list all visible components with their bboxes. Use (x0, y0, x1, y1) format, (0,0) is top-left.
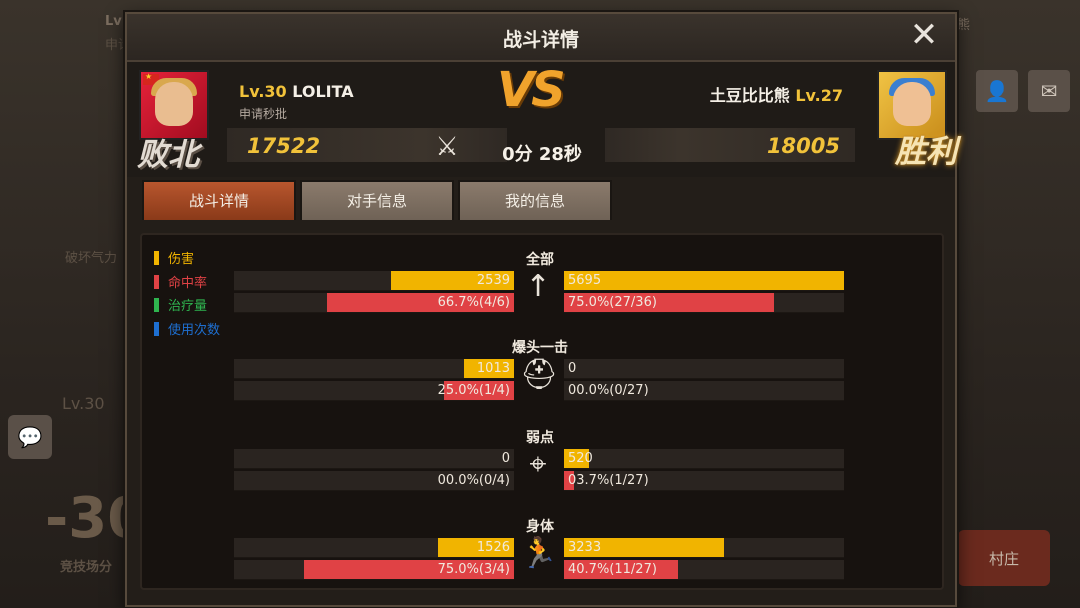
right-damage-bar-value: 0 (568, 361, 577, 376)
right-hit-bar: 40.7%(11/27) (564, 560, 844, 580)
crossed-swords-icon: ⚔ (435, 132, 459, 162)
right-damage-bar: 0 (564, 359, 844, 379)
left-hit-bar: 00.0%(0/4) (234, 471, 514, 491)
left-player-score: 17522 (247, 134, 321, 158)
right-player-name: 土豆比比熊 (709, 86, 790, 105)
bg-arena-points-label: 竞技场分 (60, 560, 113, 575)
body-icon: 🏃 (520, 536, 558, 571)
bg-top-left-level: Lv (105, 14, 122, 29)
left-hit-bar: 66.7%(4/6) (234, 293, 514, 313)
right-hit-bar: 03.7%(1/27) (564, 471, 844, 491)
defeat-stamp: 败北 (137, 137, 199, 173)
left-player-guild: 申请秒批 (239, 107, 288, 121)
right-player-nameline: 土豆比比熊 Lv.27 (710, 82, 843, 106)
dialog-title-bar: 战斗详情 ✕ (127, 14, 955, 62)
victory-stamp: 胜利 (895, 134, 957, 170)
left-hit-bar-value: 25.0%(1/4) (437, 383, 510, 398)
left-damage-bar-value: 1526 (476, 540, 510, 555)
match-duration: 0分 28秒 (502, 144, 582, 165)
left-damage-bar: 2539 (234, 271, 514, 291)
section-label: 弱点 (526, 430, 554, 446)
left-damage-bar: 1013 (234, 359, 514, 379)
bg-top-right-name: 熊 (957, 18, 971, 33)
left-player-nameline: Lv.30 LOLITA (239, 82, 354, 101)
left-damage-bar-value: 1013 (476, 361, 510, 376)
left-damage-bar: 0 (234, 449, 514, 469)
tab-opponent-info[interactable]: 对手信息 (300, 180, 454, 220)
left-damage-bar-value: 0 (501, 451, 510, 466)
chat-icon[interactable]: 💬 (8, 415, 52, 459)
arrow-icon: ↑ (525, 269, 551, 304)
bg-village-button[interactable]: 村庄 (958, 530, 1050, 586)
helmet-icon: ⛑ (520, 357, 559, 392)
bg-break-qi-label: 破坏气力 (65, 251, 118, 266)
left-hit-bar-value: 75.0%(3/4) (437, 562, 510, 577)
legend-healing: 治疗量 (154, 295, 207, 314)
section-label: 全部 (526, 252, 554, 268)
vs-emblem: VS (497, 62, 566, 118)
right-hit-bar-value: 03.7%(1/27) (568, 473, 649, 488)
add-friend-icon[interactable]: 👤 (976, 70, 1018, 112)
tab-battle-details[interactable]: 战斗详情 (142, 180, 296, 220)
legend-damage: 伤害 (154, 248, 194, 267)
match-header: Lv.30 LOLITA 申请秒批 17522 败北 VS ⚔ 0分 28秒 ⚔… (127, 62, 957, 177)
crosshair-icon: ⌖ (529, 447, 547, 482)
right-hit-bar: 75.0%(27/36) (564, 293, 844, 313)
bg-village-label: 村庄 (988, 550, 1019, 568)
right-hit-bar-value: 00.0%(0/27) (568, 383, 649, 398)
right-player-level: Lv.27 (795, 86, 843, 105)
left-player-level: Lv.30 (239, 82, 287, 101)
right-player-score: 18005 (766, 134, 840, 158)
left-hit-bar: 75.0%(3/4) (234, 560, 514, 580)
left-hit-bar-value: 00.0%(0/4) (437, 473, 510, 488)
right-hit-bar: 00.0%(0/27) (564, 381, 844, 401)
right-damage-bar: 5695 (564, 271, 844, 291)
tab-my-info[interactable]: 我的信息 (458, 180, 612, 220)
left-hit-bar: 25.0%(1/4) (234, 381, 514, 401)
section-label: 身体 (526, 519, 554, 535)
left-damage-bar: 1526 (234, 538, 514, 558)
bg-level-label: Lv.30 (62, 394, 105, 413)
section-label: 爆头一击 (512, 340, 568, 356)
legend-usage-count: 使用次数 (154, 319, 220, 338)
left-player-name: LOLITA (292, 82, 354, 101)
dialog-title: 战斗详情 (502, 29, 579, 51)
right-damage-bar: 3233 (564, 538, 844, 558)
left-hit-bar-value: 66.7%(4/6) (437, 295, 510, 310)
right-damage-bar-value: 5695 (568, 273, 602, 288)
right-hit-bar-value: 40.7%(11/27) (568, 562, 657, 577)
right-damage-bar-value: 520 (568, 451, 593, 466)
right-hit-bar-value: 75.0%(27/36) (568, 295, 657, 310)
battle-details-dialog: 战斗详情 ✕ Lv.30 LOLITA 申请秒批 17522 败北 VS ⚔ 0… (125, 12, 957, 607)
stats-panel: 伤害 命中率 治疗量 使用次数 全部 ↑ 2539 5695 66.7%(4/6) 75.… (140, 233, 944, 590)
right-damage-bar-fill (564, 271, 844, 290)
left-damage-bar-value: 2539 (476, 273, 510, 288)
right-damage-bar: 520 (564, 449, 844, 469)
legend-hit-rate: 命中率 (154, 272, 207, 291)
mail-icon[interactable]: ✉ (1028, 70, 1070, 112)
right-damage-bar-value: 3233 (568, 540, 602, 555)
close-icon[interactable]: ✕ (907, 18, 941, 53)
